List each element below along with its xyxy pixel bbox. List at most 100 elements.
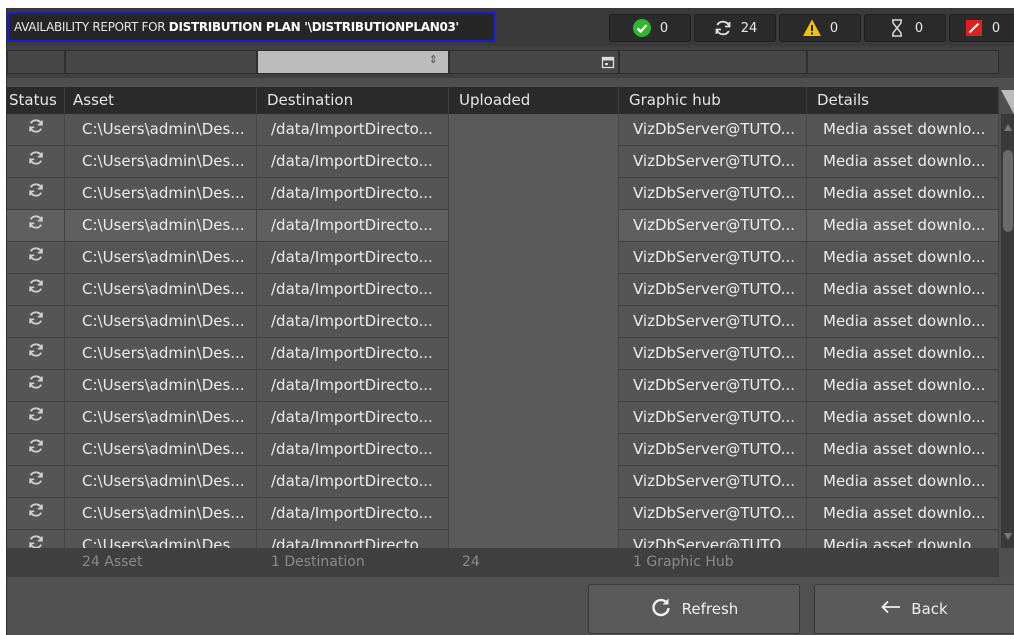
table-row[interactable]: C:\Users\admin\Des.../data/ImportDirecto… [7, 146, 999, 178]
uploaded-cell [449, 402, 619, 434]
uploaded-cell [449, 466, 619, 498]
destination-cell: /data/ImportDirecto... [257, 306, 449, 338]
asset-cell: C:\Users\admin\Des... [65, 530, 257, 548]
graphic-hub-cell: VizDbServer@TUTO... [619, 466, 807, 498]
sync-icon [27, 211, 45, 242]
sync-icon [27, 371, 45, 402]
status-cell [7, 370, 65, 402]
table-row[interactable]: C:\Users\admin\Des.../data/ImportDirecto… [7, 498, 999, 530]
uploaded-filter[interactable] [449, 50, 619, 74]
vertical-scrollbar[interactable] [1001, 114, 1014, 548]
sync-icon [27, 147, 45, 178]
destination-cell: /data/ImportDirecto... [257, 402, 449, 434]
pending-counter[interactable]: 0 [864, 14, 946, 42]
sync-icon [713, 18, 733, 38]
table-row[interactable]: C:\Users\admin\Des.../data/ImportDirecto… [7, 114, 999, 146]
graphic-hub-cell: VizDbServer@TUTO... [619, 338, 807, 370]
details-cell: Media asset downlo... [807, 178, 999, 210]
column-header-asset[interactable]: Asset [65, 87, 257, 114]
uploaded-cell [449, 306, 619, 338]
graphic-hub-cell: VizDbServer@TUTO... [619, 178, 807, 210]
status-cell [7, 178, 65, 210]
uploaded-cell [449, 242, 619, 274]
sync-icon [27, 531, 45, 548]
table-row[interactable]: C:\Users\admin\Des.../data/ImportDirecto… [7, 434, 999, 466]
table-row[interactable]: C:\Users\admin\Des.../data/ImportDirecto… [7, 306, 999, 338]
asset-cell: C:\Users\admin\Des... [65, 338, 257, 370]
table-row[interactable]: C:\Users\admin\Des.../data/ImportDirecto… [7, 338, 999, 370]
calendar-icon[interactable] [601, 54, 615, 73]
summary-row: 24 Asset 1 Destination 24 1 Graphic Hub [7, 548, 999, 577]
report-title-prefix: AVAILABILITY REPORT FOR [14, 20, 166, 34]
arrow-left-icon [881, 600, 901, 618]
table-body: C:\Users\admin\Des.../data/ImportDirecto… [7, 114, 999, 548]
graphic-hub-cell: VizDbServer@TUTO... [619, 146, 807, 178]
table-row[interactable]: C:\Users\admin\Des.../data/ImportDirecto… [7, 466, 999, 498]
summary-asset: 24 Asset [82, 554, 143, 570]
details-cell: Media asset downlo... [807, 466, 999, 498]
refresh-label: Refresh [681, 600, 739, 618]
destination-filter[interactable]: ⇕ [257, 50, 449, 74]
status-cell [7, 402, 65, 434]
uploaded-cell [449, 530, 619, 548]
graphic-hub-cell: VizDbServer@TUTO... [619, 498, 807, 530]
filter-toggle-icon[interactable] [1001, 90, 1014, 116]
graphic-hub-cell: VizDbServer@TUTO... [619, 530, 807, 548]
sync-icon [27, 499, 45, 530]
status-cell [7, 434, 65, 466]
table-row[interactable]: C:\Users\admin\Des.../data/ImportDirecto… [7, 402, 999, 434]
graphic-hub-cell: VizDbServer@TUTO... [619, 370, 807, 402]
table-row[interactable]: C:\Users\admin\Des.../data/ImportDirecto… [7, 178, 999, 210]
graphic-hub-cell: VizDbServer@TUTO... [619, 274, 807, 306]
status-cell [7, 114, 65, 146]
table-row[interactable]: C:\Users\admin\Des.../data/ImportDirecto… [7, 274, 999, 306]
in-progress-count: 24 [740, 20, 758, 36]
details-cell: Media asset downlo... [807, 274, 999, 306]
scroll-down-icon[interactable] [1004, 533, 1012, 540]
warning-counter[interactable]: 0 [779, 14, 861, 42]
table-row[interactable]: C:\Users\admin\Des.../data/ImportDirecto… [7, 530, 999, 548]
column-header-graphic-hub[interactable]: Graphic hub [619, 87, 807, 114]
sync-icon [27, 179, 45, 210]
column-header-details[interactable]: Details [807, 87, 999, 114]
error-counter[interactable]: 0 [949, 14, 1014, 42]
refresh-button[interactable]: Refresh [588, 584, 800, 634]
filter-row: ⇕ [7, 46, 1014, 116]
table-row[interactable]: C:\Users\admin\Des.../data/ImportDirecto… [7, 242, 999, 274]
ok-counter[interactable]: 0 [609, 14, 691, 42]
hourglass-icon [887, 18, 907, 38]
table-row[interactable]: C:\Users\admin\Des.../data/ImportDirecto… [7, 370, 999, 402]
details-cell: Media asset downlo... [807, 370, 999, 402]
asset-cell: C:\Users\admin\Des... [65, 370, 257, 402]
error-icon [964, 18, 984, 38]
scrollbar-thumb[interactable] [1003, 150, 1013, 232]
asset-filter[interactable] [65, 50, 257, 74]
hub-filter[interactable] [619, 50, 807, 74]
column-header-status[interactable]: Status [7, 87, 65, 114]
table-row[interactable]: C:\Users\admin\Des.../data/ImportDirecto… [7, 210, 999, 242]
status-cell [7, 146, 65, 178]
asset-cell: C:\Users\admin\Des... [65, 114, 257, 146]
sync-icon [27, 339, 45, 370]
back-button[interactable]: Back [814, 584, 1014, 634]
in-progress-counter[interactable]: 24 [694, 14, 776, 42]
uploaded-cell [449, 114, 619, 146]
sync-icon [27, 307, 45, 338]
destination-cell: /data/ImportDirecto... [257, 210, 449, 242]
details-filter[interactable] [807, 50, 999, 74]
status-cell [7, 498, 65, 530]
column-header-uploaded[interactable]: Uploaded [449, 87, 619, 114]
graphic-hub-cell: VizDbServer@TUTO... [619, 210, 807, 242]
asset-cell: C:\Users\admin\Des... [65, 242, 257, 274]
column-header-destination[interactable]: Destination [257, 87, 449, 114]
status-filter[interactable] [7, 50, 65, 74]
summary-destination: 1 Destination [271, 554, 365, 570]
uploaded-cell [449, 178, 619, 210]
status-cell [7, 210, 65, 242]
status-cell [7, 338, 65, 370]
sync-icon [27, 467, 45, 498]
asset-cell: C:\Users\admin\Des... [65, 178, 257, 210]
scroll-up-icon[interactable] [1004, 124, 1012, 131]
details-cell: Media asset downlo... [807, 306, 999, 338]
asset-cell: C:\Users\admin\Des... [65, 434, 257, 466]
